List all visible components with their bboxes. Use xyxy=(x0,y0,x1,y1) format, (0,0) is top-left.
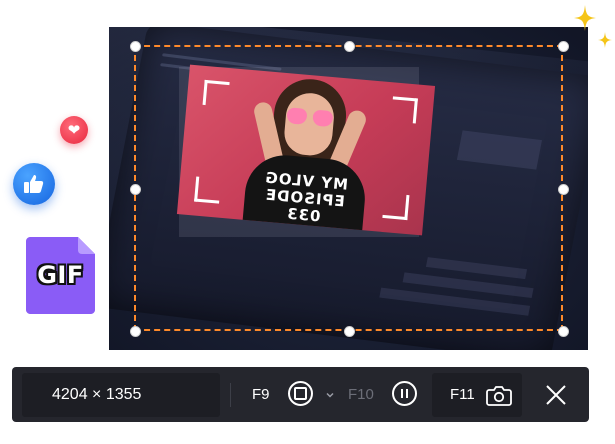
capture-size-field[interactable]: 4204 × 1355 xyxy=(22,373,220,417)
capture-selection-region[interactable] xyxy=(130,41,569,337)
camera-icon[interactable] xyxy=(486,384,512,406)
gif-file-icon: GIF xyxy=(26,237,95,314)
sparkle-icon xyxy=(598,32,612,48)
resize-handle-bottom-right[interactable] xyxy=(558,326,569,337)
capture-toolbar: 4204 × 1355 F9 F10 F11 xyxy=(12,367,589,422)
resize-handle-top-right[interactable] xyxy=(558,41,569,52)
gif-label: GIF xyxy=(37,261,84,289)
record-stop-icon xyxy=(294,387,307,400)
record-button[interactable] xyxy=(288,381,313,406)
resize-handle-left[interactable] xyxy=(130,184,141,195)
resize-handle-top[interactable] xyxy=(344,41,355,52)
thumbs-up-icon xyxy=(13,163,55,205)
capture-size-text: 4204 × 1355 xyxy=(52,386,142,403)
resize-handle-right[interactable] xyxy=(558,184,569,195)
toolbar-divider xyxy=(230,383,231,407)
pause-icon xyxy=(406,389,408,398)
sparkle-icon xyxy=(574,5,596,31)
pause-icon xyxy=(401,389,403,398)
resize-handle-bottom[interactable] xyxy=(344,326,355,337)
pause-button[interactable] xyxy=(392,381,417,406)
close-icon[interactable] xyxy=(545,384,567,406)
screenshot-button-group[interactable]: F11 xyxy=(432,373,522,417)
heart-icon: ❤ xyxy=(60,116,88,144)
chevron-down-icon[interactable] xyxy=(325,390,335,400)
resize-handle-top-left[interactable] xyxy=(130,41,141,52)
pause-hotkey-label: F10 xyxy=(348,386,374,403)
resize-handle-bottom-left[interactable] xyxy=(130,326,141,337)
screenshot-hotkey-label: F11 xyxy=(450,386,475,403)
record-hotkey-label: F9 xyxy=(252,386,270,403)
